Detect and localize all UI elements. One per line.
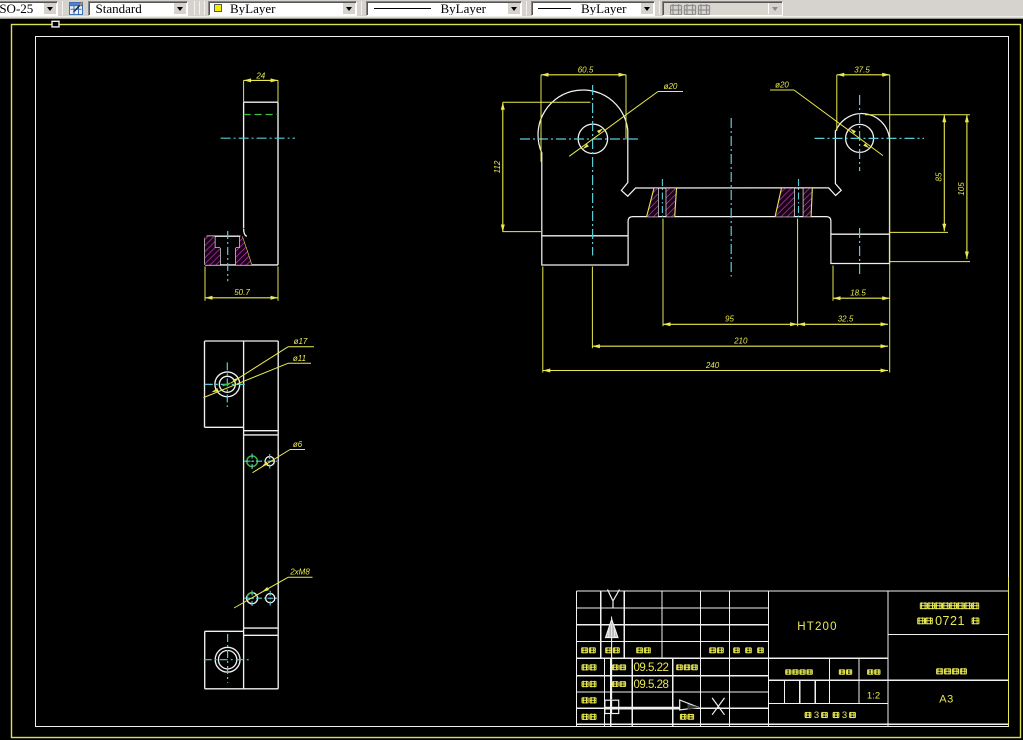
svg-text:3: 3 [842, 710, 847, 721]
svg-text:1:2: 1:2 [867, 691, 880, 702]
svg-text:24: 24 [255, 71, 265, 80]
svg-text:09.5.22: 09.5.22 [634, 662, 669, 674]
svg-text:ø6: ø6 [293, 440, 303, 449]
svg-text:2xM8: 2xM8 [289, 568, 310, 577]
svg-text:240: 240 [705, 361, 720, 370]
svg-text:85: 85 [934, 172, 943, 181]
svg-text:37.5: 37.5 [854, 65, 870, 74]
svg-text:50.7: 50.7 [234, 288, 250, 297]
svg-text:32.5: 32.5 [838, 315, 854, 324]
svg-text:ø17: ø17 [294, 337, 308, 346]
svg-text:09.5.28: 09.5.28 [634, 679, 669, 691]
svg-text:A3: A3 [939, 694, 953, 706]
svg-text:95: 95 [725, 315, 734, 324]
svg-text:0721: 0721 [935, 614, 965, 628]
svg-text:60.5: 60.5 [578, 65, 594, 74]
svg-text:210: 210 [733, 337, 748, 346]
svg-text:112: 112 [493, 160, 502, 173]
svg-text:ø20: ø20 [664, 82, 678, 91]
svg-text:HT200: HT200 [797, 621, 838, 633]
svg-text:ø20: ø20 [775, 80, 789, 89]
svg-text:ø11: ø11 [293, 354, 306, 363]
svg-text:18.5: 18.5 [850, 289, 866, 298]
svg-text:3: 3 [814, 710, 819, 721]
svg-text:105: 105 [957, 182, 966, 196]
